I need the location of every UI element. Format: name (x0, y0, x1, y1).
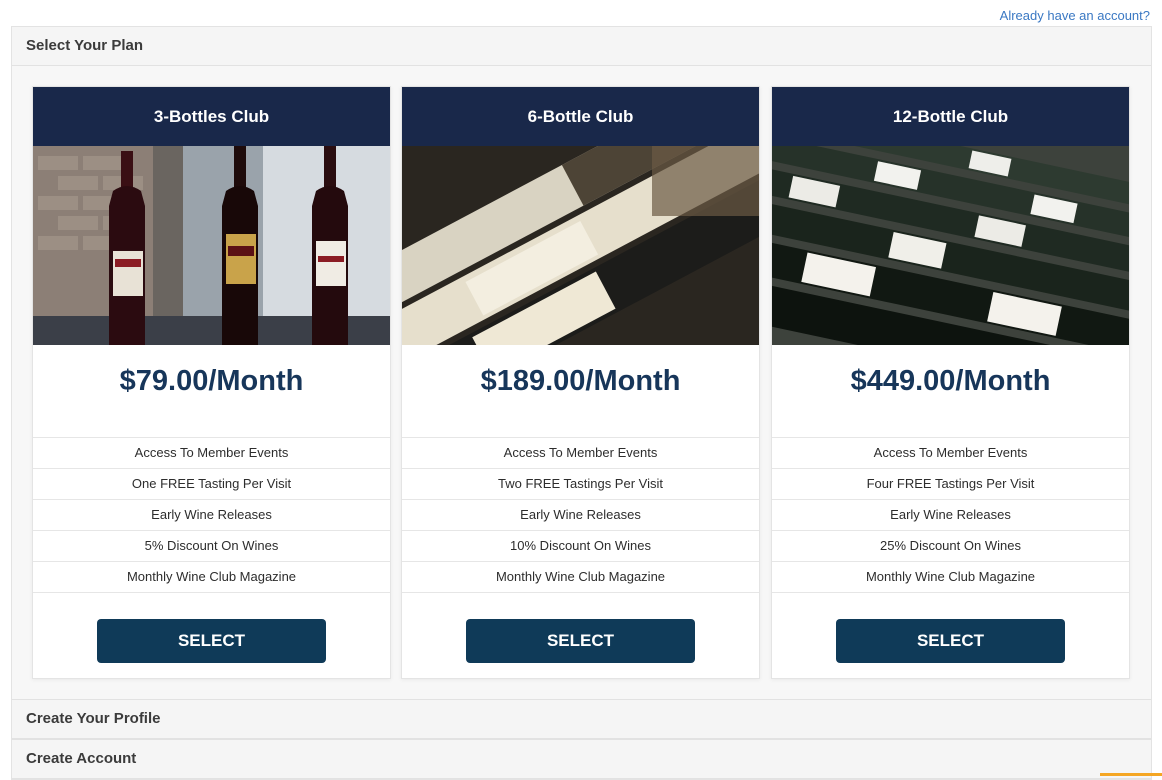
feature-item: Access To Member Events (772, 437, 1129, 468)
feature-item: 25% Discount On Wines (772, 530, 1129, 561)
create-profile-section-header[interactable]: Create Your Profile (12, 699, 1151, 739)
wine-bottles-image (772, 146, 1129, 345)
plan-card-12-bottles: 12-Bottle Club $449.00/Month Access To M… (771, 86, 1130, 679)
feature-item: Access To Member Events (402, 437, 759, 468)
feature-item: Monthly Wine Club Magazine (772, 561, 1129, 593)
feature-item: Access To Member Events (33, 437, 390, 468)
plan-title: 12-Bottle Club (772, 87, 1129, 146)
plan-selection-panel: 3-Bottles Club $79.00/Month Access To Me… (12, 66, 1151, 699)
plan-price: $449.00/Month (850, 365, 1051, 397)
feature-item: Early Wine Releases (33, 499, 390, 530)
feature-item: Monthly Wine Club Magazine (33, 561, 390, 593)
feature-item: One FREE Tasting Per Visit (33, 468, 390, 499)
feature-item: Two FREE Tastings Per Visit (402, 468, 759, 499)
wine-bottles-image (402, 146, 759, 345)
already-have-account-link[interactable]: Already have an account? (1000, 8, 1150, 23)
wine-bottles-image (33, 146, 390, 345)
plan-title: 6-Bottle Club (402, 87, 759, 146)
create-account-section-header[interactable]: Create Account (12, 739, 1151, 779)
select-plan-section-header[interactable]: Select Your Plan (12, 27, 1151, 66)
feature-list: Access To Member Events Four FREE Tastin… (772, 437, 1129, 593)
plan-card-3-bottles: 3-Bottles Club $79.00/Month Access To Me… (32, 86, 391, 679)
feature-list: Access To Member Events One FREE Tasting… (33, 437, 390, 593)
select-3-bottles-button[interactable]: SELECT (97, 619, 326, 663)
select-12-bottle-button[interactable]: SELECT (836, 619, 1065, 663)
feature-item: 10% Discount On Wines (402, 530, 759, 561)
feature-item: Monthly Wine Club Magazine (402, 561, 759, 593)
plan-price: $189.00/Month (480, 365, 681, 397)
feature-item: Four FREE Tastings Per Visit (772, 468, 1129, 499)
feature-item: 5% Discount On Wines (33, 530, 390, 561)
select-6-bottle-button[interactable]: SELECT (466, 619, 695, 663)
plan-card-6-bottles: 6-Bottle Club $189.00/Month Access To Me… (401, 86, 760, 679)
feature-item: Early Wine Releases (402, 499, 759, 530)
plan-title: 3-Bottles Club (33, 87, 390, 146)
plan-price: $79.00/Month (119, 365, 304, 397)
feature-list: Access To Member Events Two FREE Tasting… (402, 437, 759, 593)
signup-accordion: Select Your Plan 3-Bottles Club $79.00/M… (11, 26, 1152, 780)
feature-item: Early Wine Releases (772, 499, 1129, 530)
